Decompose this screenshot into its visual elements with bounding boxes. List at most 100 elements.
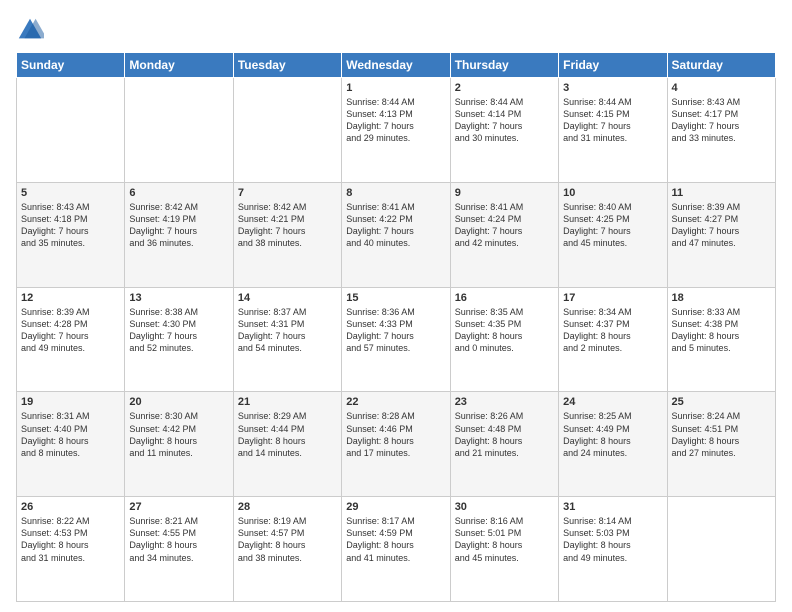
calendar-cell: 25 Sunrise: 8:24 AM Sunset: 4:51 PM Dayli… xyxy=(667,392,775,497)
day-info: Sunrise: 8:29 AM Sunset: 4:44 PM Dayligh… xyxy=(238,410,337,459)
day-number: 5 xyxy=(21,187,120,199)
calendar-cell: 30 Sunrise: 8:16 AM Sunset: 5:01 PM Dayli… xyxy=(450,497,558,602)
calendar-cell xyxy=(233,78,341,183)
calendar-cell: 12Sunrise: 8:39 AM Sunset: 4:28 PM Dayli… xyxy=(17,287,125,392)
day-number: 15 xyxy=(346,292,445,304)
calendar-cell: 2 Sunrise: 8:44 AM Sunset: 4:14 PM Daylig… xyxy=(450,78,558,183)
day-number: 1 xyxy=(346,82,445,94)
calendar-cell: 17Sunrise: 8:34 AM Sunset: 4:37 PM Dayli… xyxy=(559,287,667,392)
day-number: 31 xyxy=(563,501,662,513)
day-info: Sunrise: 8:36 AM Sunset: 4:33 PM Dayligh… xyxy=(346,306,445,355)
calendar-cell: 15 Sunrise: 8:36 AM Sunset: 4:33 PM Dayli… xyxy=(342,287,450,392)
day-info: Sunrise: 8:31 AM Sunset: 4:40 PM Dayligh… xyxy=(21,410,120,459)
day-info: Sunrise: 8:44 AM Sunset: 4:15 PM Dayligh… xyxy=(563,96,662,145)
calendar-cell: 26 Sunrise: 8:22 AM Sunset: 4:53 PM Dayli… xyxy=(17,497,125,602)
day-info: Sunrise: 8:14 AM Sunset: 5:03 PM Dayligh… xyxy=(563,515,662,564)
calendar-cell xyxy=(667,497,775,602)
day-info: Sunrise: 8:26 AM Sunset: 4:48 PM Dayligh… xyxy=(455,410,554,459)
day-info: Sunrise: 8:21 AM Sunset: 4:55 PM Dayligh… xyxy=(129,515,228,564)
day-number: 20 xyxy=(129,396,228,408)
day-number: 7 xyxy=(238,187,337,199)
day-number: 21 xyxy=(238,396,337,408)
day-number: 25 xyxy=(672,396,771,408)
calendar-cell: 20 Sunrise: 8:30 AM Sunset: 4:42 PM Dayli… xyxy=(125,392,233,497)
calendar-cell: 5 Sunrise: 8:43 AM Sunset: 4:18 PM Daylig… xyxy=(17,182,125,287)
weekday-header-row: SundayMondayTuesdayWednesdayThursdayFrid… xyxy=(17,53,776,78)
day-info: Sunrise: 8:24 AM Sunset: 4:51 PM Dayligh… xyxy=(672,410,771,459)
day-info: Sunrise: 8:35 AM Sunset: 4:35 PM Dayligh… xyxy=(455,306,554,355)
calendar-cell: 10 Sunrise: 8:40 AM Sunset: 4:25 PM Dayli… xyxy=(559,182,667,287)
day-info: Sunrise: 8:43 AM Sunset: 4:18 PM Dayligh… xyxy=(21,201,120,250)
day-info: Sunrise: 8:39 AM Sunset: 4:27 PM Dayligh… xyxy=(672,201,771,250)
calendar-cell: 11 Sunrise: 8:39 AM Sunset: 4:27 PM Dayli… xyxy=(667,182,775,287)
day-info: Sunrise: 8:28 AM Sunset: 4:46 PM Dayligh… xyxy=(346,410,445,459)
calendar-cell: 1 Sunrise: 8:44 AM Sunset: 4:13 PM Daylig… xyxy=(342,78,450,183)
week-row-3: 12Sunrise: 8:39 AM Sunset: 4:28 PM Dayli… xyxy=(17,287,776,392)
calendar-cell: 31 Sunrise: 8:14 AM Sunset: 5:03 PM Dayli… xyxy=(559,497,667,602)
day-number: 18 xyxy=(672,292,771,304)
day-number: 30 xyxy=(455,501,554,513)
day-number: 2 xyxy=(455,82,554,94)
week-row-1: 1 Sunrise: 8:44 AM Sunset: 4:13 PM Daylig… xyxy=(17,78,776,183)
calendar-cell: 16 Sunrise: 8:35 AM Sunset: 4:35 PM Dayli… xyxy=(450,287,558,392)
header xyxy=(16,16,776,44)
day-number: 24 xyxy=(563,396,662,408)
day-info: Sunrise: 8:17 AM Sunset: 4:59 PM Dayligh… xyxy=(346,515,445,564)
day-info: Sunrise: 8:43 AM Sunset: 4:17 PM Dayligh… xyxy=(672,96,771,145)
calendar-cell: 23 Sunrise: 8:26 AM Sunset: 4:48 PM Dayli… xyxy=(450,392,558,497)
day-number: 27 xyxy=(129,501,228,513)
calendar-cell: 9 Sunrise: 8:41 AM Sunset: 4:24 PM Daylig… xyxy=(450,182,558,287)
day-number: 26 xyxy=(21,501,120,513)
day-info: Sunrise: 8:16 AM Sunset: 5:01 PM Dayligh… xyxy=(455,515,554,564)
day-number: 11 xyxy=(672,187,771,199)
calendar-cell: 21 Sunrise: 8:29 AM Sunset: 4:44 PM Dayli… xyxy=(233,392,341,497)
calendar-cell: 18Sunrise: 8:33 AM Sunset: 4:38 PM Dayli… xyxy=(667,287,775,392)
day-number: 17 xyxy=(563,292,662,304)
weekday-header-friday: Friday xyxy=(559,53,667,78)
day-info: Sunrise: 8:38 AM Sunset: 4:30 PM Dayligh… xyxy=(129,306,228,355)
day-number: 3 xyxy=(563,82,662,94)
day-number: 9 xyxy=(455,187,554,199)
day-number: 13 xyxy=(129,292,228,304)
day-info: Sunrise: 8:41 AM Sunset: 4:24 PM Dayligh… xyxy=(455,201,554,250)
day-info: Sunrise: 8:40 AM Sunset: 4:25 PM Dayligh… xyxy=(563,201,662,250)
day-number: 19 xyxy=(21,396,120,408)
day-number: 16 xyxy=(455,292,554,304)
calendar-cell: 28Sunrise: 8:19 AM Sunset: 4:57 PM Dayli… xyxy=(233,497,341,602)
day-number: 10 xyxy=(563,187,662,199)
day-number: 8 xyxy=(346,187,445,199)
day-number: 6 xyxy=(129,187,228,199)
day-info: Sunrise: 8:25 AM Sunset: 4:49 PM Dayligh… xyxy=(563,410,662,459)
day-info: Sunrise: 8:44 AM Sunset: 4:14 PM Dayligh… xyxy=(455,96,554,145)
logo xyxy=(16,16,48,44)
day-number: 22 xyxy=(346,396,445,408)
week-row-5: 26 Sunrise: 8:22 AM Sunset: 4:53 PM Dayli… xyxy=(17,497,776,602)
calendar-cell: 4 Sunrise: 8:43 AM Sunset: 4:17 PM Daylig… xyxy=(667,78,775,183)
calendar-cell xyxy=(125,78,233,183)
weekday-header-monday: Monday xyxy=(125,53,233,78)
day-info: Sunrise: 8:42 AM Sunset: 4:21 PM Dayligh… xyxy=(238,201,337,250)
day-info: Sunrise: 8:22 AM Sunset: 4:53 PM Dayligh… xyxy=(21,515,120,564)
calendar-cell: 19 Sunrise: 8:31 AM Sunset: 4:40 PM Dayli… xyxy=(17,392,125,497)
calendar-table: SundayMondayTuesdayWednesdayThursdayFrid… xyxy=(16,52,776,602)
day-number: 29 xyxy=(346,501,445,513)
day-info: Sunrise: 8:44 AM Sunset: 4:13 PM Dayligh… xyxy=(346,96,445,145)
calendar-cell: 29 Sunrise: 8:17 AM Sunset: 4:59 PM Dayli… xyxy=(342,497,450,602)
calendar-cell: 8 Sunrise: 8:41 AM Sunset: 4:22 PM Daylig… xyxy=(342,182,450,287)
day-info: Sunrise: 8:42 AM Sunset: 4:19 PM Dayligh… xyxy=(129,201,228,250)
weekday-header-thursday: Thursday xyxy=(450,53,558,78)
day-info: Sunrise: 8:19 AM Sunset: 4:57 PM Dayligh… xyxy=(238,515,337,564)
week-row-2: 5 Sunrise: 8:43 AM Sunset: 4:18 PM Daylig… xyxy=(17,182,776,287)
calendar-cell: 7 Sunrise: 8:42 AM Sunset: 4:21 PM Daylig… xyxy=(233,182,341,287)
calendar-cell: 24 Sunrise: 8:25 AM Sunset: 4:49 PM Dayli… xyxy=(559,392,667,497)
calendar-cell: 14Sunrise: 8:37 AM Sunset: 4:31 PM Dayli… xyxy=(233,287,341,392)
calendar-cell xyxy=(17,78,125,183)
day-info: Sunrise: 8:39 AM Sunset: 4:28 PM Dayligh… xyxy=(21,306,120,355)
day-info: Sunrise: 8:30 AM Sunset: 4:42 PM Dayligh… xyxy=(129,410,228,459)
day-number: 4 xyxy=(672,82,771,94)
weekday-header-saturday: Saturday xyxy=(667,53,775,78)
day-number: 14 xyxy=(238,292,337,304)
day-info: Sunrise: 8:41 AM Sunset: 4:22 PM Dayligh… xyxy=(346,201,445,250)
day-number: 23 xyxy=(455,396,554,408)
calendar-cell: 6 Sunrise: 8:42 AM Sunset: 4:19 PM Daylig… xyxy=(125,182,233,287)
